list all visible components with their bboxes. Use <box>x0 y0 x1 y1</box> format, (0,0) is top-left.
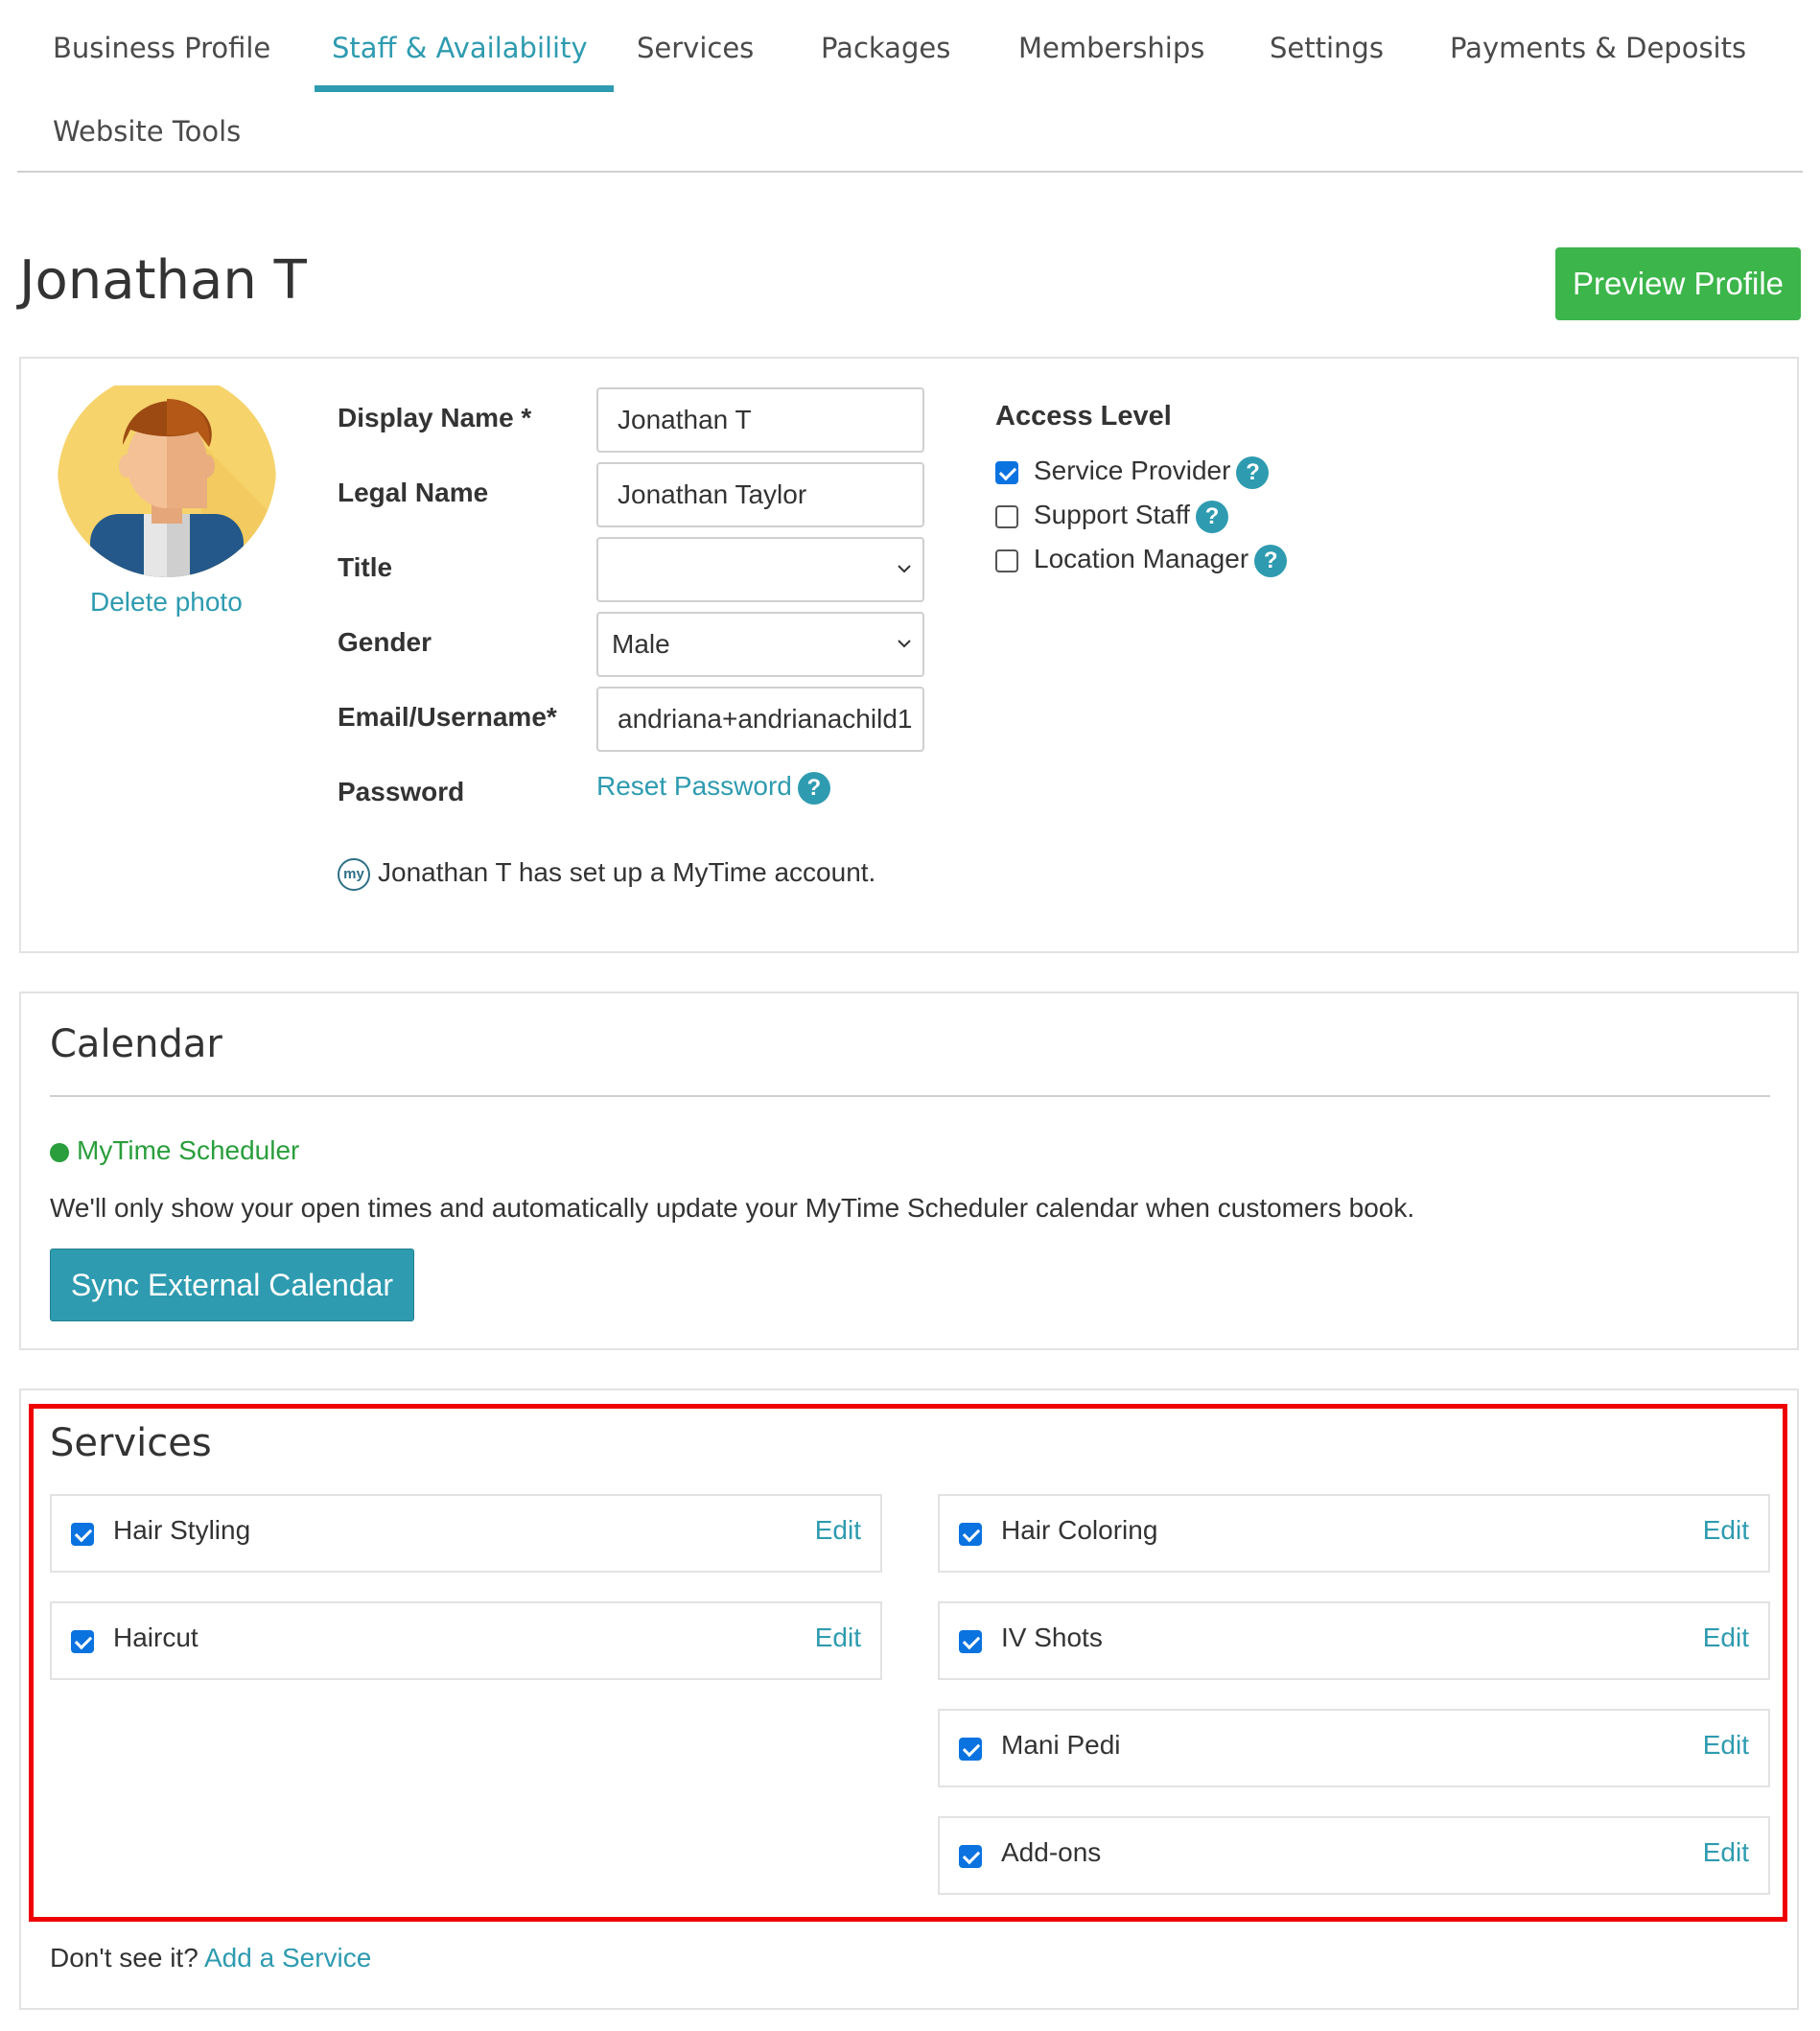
delete-photo-link[interactable]: Delete photo <box>90 587 243 618</box>
active-tab-indicator <box>315 85 614 92</box>
divider <box>50 1095 1770 1097</box>
scheduler-status: MyTime Scheduler <box>50 1135 299 1166</box>
gender-select[interactable]: Male <box>596 612 924 677</box>
access-level-title: Access Level <box>995 401 1172 432</box>
avatar-illustration <box>58 385 276 577</box>
access-option-service-provider[interactable]: Service Provider? <box>995 453 1270 489</box>
page-title: Jonathan T <box>19 249 307 312</box>
tab-website-tools[interactable]: Website Tools <box>53 112 241 151</box>
email-input[interactable]: andriana+andrianachild1 <box>596 687 924 752</box>
help-icon[interactable]: ? <box>1254 544 1288 577</box>
chevron-down-icon <box>898 640 911 648</box>
settings-nav: Business Profile Staff & Availability Se… <box>17 0 1803 173</box>
highlight-box <box>29 1404 1787 1922</box>
scheduler-label: MyTime Scheduler <box>77 1135 300 1165</box>
mytime-logo-icon: my <box>338 857 370 891</box>
help-icon[interactable]: ? <box>797 771 830 805</box>
tab-services[interactable]: Services <box>637 29 754 67</box>
add-service-prefix: Don't see it? <box>50 1943 198 1973</box>
services-panel: Services Hair Styling Edit Haircut Edit … <box>19 1389 1799 2010</box>
profile-panel: Delete photo Display Name * Jonathan T L… <box>19 357 1799 953</box>
tab-staff-availability[interactable]: Staff & Availability <box>332 29 588 67</box>
password-label: Password <box>338 777 465 806</box>
tab-memberships[interactable]: Memberships <box>1018 29 1204 67</box>
help-icon[interactable]: ? <box>1195 500 1228 533</box>
access-option-support-staff[interactable]: Support Staff? <box>995 497 1228 533</box>
chevron-down-icon <box>898 565 911 573</box>
support-staff-checkbox[interactable] <box>995 504 1018 528</box>
access-option-label: Support Staff <box>1034 500 1190 529</box>
access-option-location-manager[interactable]: Location Manager? <box>995 541 1288 577</box>
title-label: Title <box>338 552 393 582</box>
mytime-note-text: Jonathan T has set up a MyTime account. <box>378 857 876 887</box>
gender-select-value: Male <box>612 629 670 659</box>
help-icon[interactable]: ? <box>1236 455 1270 489</box>
reset-password-link[interactable]: Reset Password? <box>596 771 830 805</box>
status-dot-icon <box>50 1142 69 1162</box>
mytime-account-note: my Jonathan T has set up a MyTime account… <box>338 855 875 891</box>
add-service-link[interactable]: Add a Service <box>204 1943 371 1973</box>
reset-password-label: Reset Password <box>596 771 792 801</box>
display-name-input[interactable]: Jonathan T <box>596 387 924 453</box>
add-service-prompt: Don't see it? Add a Service <box>50 1943 371 1973</box>
tab-settings[interactable]: Settings <box>1270 29 1384 67</box>
avatar <box>58 385 276 577</box>
access-option-label: Service Provider <box>1034 455 1231 485</box>
email-label: Email/Username* <box>338 702 557 732</box>
page: Business Profile Staff & Availability Se… <box>0 0 1820 2031</box>
legal-name-label: Legal Name <box>338 478 489 507</box>
tab-payments-deposits[interactable]: Payments & Deposits <box>1450 29 1746 67</box>
display-name-label: Display Name * <box>338 403 532 432</box>
sync-external-calendar-button[interactable]: Sync External Calendar <box>50 1249 414 1321</box>
calendar-panel: Calendar MyTime Scheduler We'll only sho… <box>19 992 1799 1350</box>
access-option-label: Location Manager <box>1034 544 1249 573</box>
service-provider-checkbox[interactable] <box>995 460 1018 484</box>
calendar-title: Calendar <box>50 1022 222 1066</box>
title-select[interactable] <box>596 537 924 602</box>
preview-profile-button[interactable]: Preview Profile <box>1555 247 1801 320</box>
tab-packages[interactable]: Packages <box>821 29 950 67</box>
gender-label: Gender <box>338 627 432 657</box>
tab-business-profile[interactable]: Business Profile <box>53 29 270 67</box>
location-manager-checkbox[interactable] <box>995 549 1018 572</box>
calendar-description: We'll only show your open times and auto… <box>50 1193 1415 1223</box>
legal-name-input[interactable]: Jonathan Taylor <box>596 462 924 527</box>
